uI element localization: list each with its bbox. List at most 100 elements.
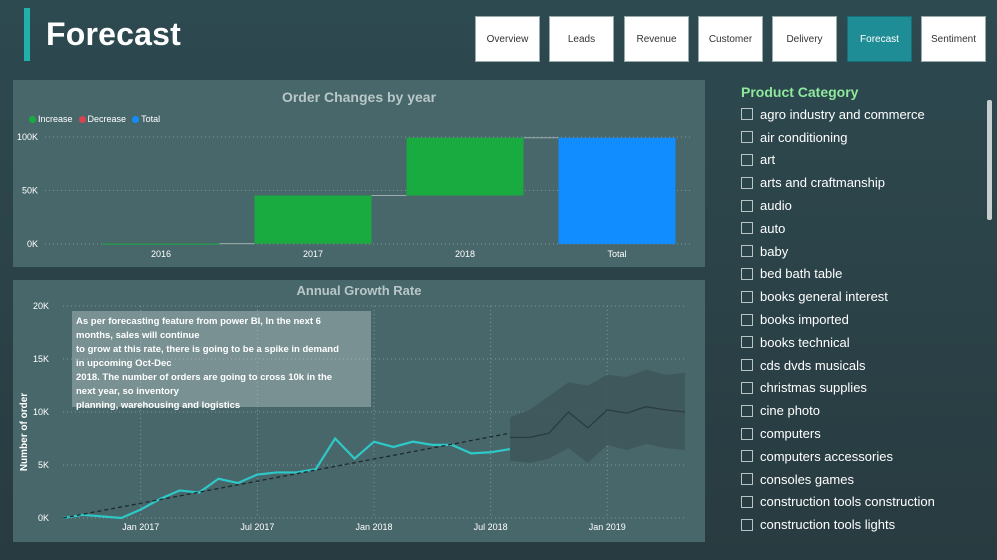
y-tick-label: 50K xyxy=(22,186,38,196)
category-checkbox[interactable] xyxy=(741,404,753,417)
actual-orders-line xyxy=(62,436,511,520)
y-tick-label: 15K xyxy=(33,354,49,364)
nav-revenue-button[interactable]: Revenue xyxy=(624,16,689,62)
y-tick-label: 0K xyxy=(27,239,38,249)
annotation-line: planning, warehousing and logistics xyxy=(76,400,241,411)
annotation-line: next year, so inventory xyxy=(76,386,179,397)
category-checkbox[interactable] xyxy=(741,108,753,121)
waterfall-bar xyxy=(558,137,676,244)
x-tick-label: 2018 xyxy=(455,249,475,259)
category-checkbox[interactable] xyxy=(741,222,753,235)
waterfall-bar xyxy=(254,195,372,244)
category-checkbox[interactable] xyxy=(741,518,753,531)
category-label: agro industry and commerce xyxy=(760,106,925,122)
category-checkbox[interactable] xyxy=(741,131,753,144)
product-category-title: Product Category xyxy=(741,84,859,100)
category-label: computers xyxy=(760,426,821,442)
product-category-list: agro industry and commerce air conditioni… xyxy=(741,103,986,536)
category-item[interactable]: construction tools lights xyxy=(741,513,986,536)
category-item[interactable]: art xyxy=(741,149,986,172)
category-item[interactable]: cds dvds musicals xyxy=(741,354,986,377)
y-tick-label: 0K xyxy=(38,513,49,523)
category-checkbox[interactable] xyxy=(741,176,753,189)
category-label: arts and craftmanship xyxy=(760,175,886,191)
category-checkbox[interactable] xyxy=(741,290,753,303)
trend-line xyxy=(62,432,511,519)
category-checkbox[interactable] xyxy=(741,199,753,212)
category-checkbox[interactable] xyxy=(741,153,753,166)
category-item[interactable]: audio xyxy=(741,194,986,217)
x-tick-label: 2016 xyxy=(151,249,171,259)
x-tick-label: Jul 2017 xyxy=(240,522,274,532)
category-label: bed bath table xyxy=(760,266,843,282)
category-label: computers accessories xyxy=(760,448,893,464)
category-label: baby xyxy=(760,243,789,259)
annotation-line: to grow at this rate, there is going to … xyxy=(76,344,339,355)
nav-sentiment-button[interactable]: Sentiment xyxy=(921,16,986,62)
category-scrollbar[interactable] xyxy=(987,100,992,220)
category-item[interactable]: christmas supplies xyxy=(741,377,986,400)
category-checkbox[interactable] xyxy=(741,381,753,394)
category-checkbox[interactable] xyxy=(741,267,753,280)
category-item[interactable]: construction tools construction xyxy=(741,491,986,514)
x-tick-label: Total xyxy=(607,249,626,259)
category-checkbox[interactable] xyxy=(741,359,753,372)
category-checkbox[interactable] xyxy=(741,336,753,349)
category-item[interactable]: consoles games xyxy=(741,468,986,491)
x-tick-label: Jan 2019 xyxy=(589,522,626,532)
category-label: air conditioning xyxy=(760,129,848,145)
order-changes-chart: 0K 50K 100K 2016 2017 2018 Total xyxy=(17,132,693,259)
nav-forecast-button[interactable]: Forecast xyxy=(847,16,912,62)
annotation-line: in upcoming Oct-Dec xyxy=(76,358,172,369)
category-item[interactable]: air conditioning xyxy=(741,126,986,149)
nav-customer-button[interactable]: Customer xyxy=(698,16,763,62)
y-tick-label: 10K xyxy=(33,407,49,417)
category-label: construction tools lights xyxy=(760,517,896,533)
order-changes-panel: Order Changes by year Increase Decrease … xyxy=(13,80,705,267)
category-checkbox[interactable] xyxy=(741,450,753,463)
annotation-line: months, sales will continue xyxy=(76,330,200,341)
x-tick-label: Jul 2018 xyxy=(474,522,508,532)
category-item[interactable]: computers xyxy=(741,422,986,445)
category-item[interactable]: cine photo xyxy=(741,399,986,422)
category-item[interactable]: arts and craftmanship xyxy=(741,171,986,194)
nav-delivery-button[interactable]: Delivery xyxy=(772,16,837,62)
nav-leads-button[interactable]: Leads xyxy=(549,16,614,62)
waterfall-bar xyxy=(102,243,220,245)
category-item[interactable]: books technical xyxy=(741,331,986,354)
category-item[interactable]: agro industry and commerce xyxy=(741,103,986,126)
waterfall-bar xyxy=(406,137,524,196)
y-tick-label: 100K xyxy=(17,132,38,142)
category-label: books technical xyxy=(760,334,850,350)
forecast-confidence-band xyxy=(510,369,685,463)
category-item[interactable]: auto xyxy=(741,217,986,240)
navigation-bar: Overview Leads Revenue Customer Delivery… xyxy=(0,16,997,62)
category-label: books general interest xyxy=(760,289,888,305)
category-checkbox[interactable] xyxy=(741,473,753,486)
category-label: cds dvds musicals xyxy=(760,357,866,373)
annotation-line: 2018. The number of orders are going to … xyxy=(76,372,333,383)
y-axis-title: Number of order xyxy=(19,393,30,471)
nav-overview-button[interactable]: Overview xyxy=(475,16,540,62)
category-label: books imported xyxy=(760,312,849,328)
category-item[interactable]: books imported xyxy=(741,308,986,331)
category-checkbox[interactable] xyxy=(741,427,753,440)
category-item[interactable]: baby xyxy=(741,240,986,263)
category-label: construction tools construction xyxy=(760,494,935,510)
category-label: cine photo xyxy=(760,403,820,419)
annotation-line: As per forecasting feature from power BI… xyxy=(76,316,321,327)
category-checkbox[interactable] xyxy=(741,313,753,326)
category-label: audio xyxy=(760,198,792,214)
forecast-annotation: As per forecasting feature from power BI… xyxy=(72,311,371,411)
x-tick-label: Jan 2018 xyxy=(355,522,392,532)
x-tick-label: 2017 xyxy=(303,249,323,259)
category-item[interactable]: bed bath table xyxy=(741,263,986,286)
category-label: christmas supplies xyxy=(760,380,867,396)
y-tick-label: 20K xyxy=(33,301,49,311)
category-item[interactable]: books general interest xyxy=(741,285,986,308)
category-checkbox[interactable] xyxy=(741,245,753,258)
x-tick-label: Jan 2017 xyxy=(122,522,159,532)
category-checkbox[interactable] xyxy=(741,495,753,508)
category-label: consoles games xyxy=(760,471,854,487)
category-item[interactable]: computers accessories xyxy=(741,445,986,468)
